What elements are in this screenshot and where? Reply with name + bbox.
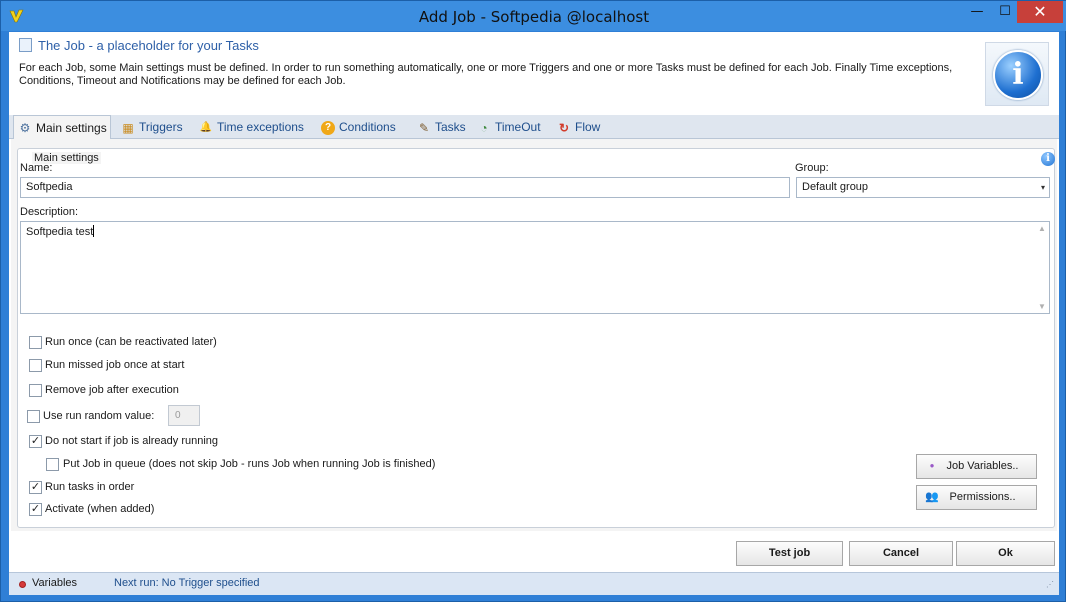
description-text: Softpedia test — [26, 226, 94, 238]
resize-grip-icon[interactable]: ⋰ — [1046, 581, 1056, 592]
question-icon: ? — [321, 121, 335, 135]
tab-label: Time exceptions — [217, 120, 304, 134]
name-input[interactable]: Softpedia — [20, 177, 790, 198]
scroll-up-icon[interactable]: ▲ — [1035, 224, 1049, 233]
flow-icon: ↻ — [558, 121, 570, 135]
users-icon: 👥 — [925, 491, 939, 503]
ok-label: Ok — [998, 547, 1013, 559]
main-settings-panel: Main settings i Name: Softpedia Group: D… — [11, 139, 1057, 531]
cancel-button[interactable]: Cancel — [849, 541, 953, 566]
next-run-status: Next run: No Trigger specified — [114, 577, 260, 589]
group-select[interactable]: Default group ▾ — [796, 177, 1050, 198]
title-bar[interactable]: Add Job - Softpedia @localhost — ☐ ✕ — [1, 1, 1066, 31]
help-info-icon[interactable]: i — [1041, 152, 1055, 166]
name-label: Name: — [20, 162, 53, 174]
tab-flow[interactable]: ↻ Flow — [553, 118, 605, 139]
info-badge: i — [985, 42, 1049, 106]
test-job-button[interactable]: Test job — [736, 541, 843, 566]
do-not-start-label: Do not start if job is already running — [45, 435, 219, 447]
group-select-value: Default group — [802, 181, 869, 193]
tab-label: Tasks — [435, 120, 466, 134]
tab-triggers[interactable]: ▦ Triggers — [117, 118, 193, 139]
tab-label: Triggers — [139, 120, 183, 134]
scroll-down-icon[interactable]: ▼ — [1035, 302, 1049, 311]
calendar-icon: ▦ — [122, 121, 134, 135]
do-not-start-checkbox[interactable]: ✓ — [29, 435, 42, 448]
group-label: Group: — [795, 162, 829, 174]
tab-timeout[interactable]: ◔ TimeOut — [473, 118, 549, 139]
status-bar: Variables Next run: No Trigger specified… — [9, 572, 1059, 595]
put-in-queue-label: Put Job in queue (does not skip Job - ru… — [63, 458, 436, 470]
remove-job-checkbox[interactable] — [29, 384, 42, 397]
job-icon — [19, 38, 32, 52]
run-once-label: Run once (can be reactivated later) — [45, 336, 217, 348]
tab-label: TimeOut — [495, 120, 541, 134]
gears-icon: ⚙ — [19, 121, 31, 135]
window-title: Add Job - Softpedia @localhost — [418, 8, 650, 26]
permissions-button[interactable]: 👥 Permissions.. — [916, 485, 1037, 510]
window-frame: Add Job - Softpedia @localhost — ☐ ✕ The… — [0, 0, 1066, 602]
tab-conditions[interactable]: ? Conditions — [317, 118, 405, 139]
use-random-label: Use run random value: — [43, 410, 155, 422]
ok-button[interactable]: Ok — [956, 541, 1055, 566]
header-title: The Job - a placeholder for your Tasks — [19, 38, 259, 53]
variable-dot-icon: ● — [929, 461, 935, 470]
run-missed-checkbox[interactable] — [29, 359, 42, 372]
run-once-checkbox[interactable] — [29, 336, 42, 349]
activate-label: Activate (when added) — [45, 503, 155, 515]
run-missed-label: Run missed job once at start — [45, 359, 185, 371]
use-random-checkbox[interactable] — [27, 410, 40, 423]
maximize-button[interactable]: ☐ — [991, 1, 1019, 23]
random-value-input[interactable]: 0 — [168, 405, 200, 426]
tab-label: Main settings — [36, 121, 107, 135]
cancel-label: Cancel — [882, 547, 920, 559]
job-variables-label: Job Variables.. — [946, 460, 1019, 472]
description-scrollbar[interactable]: ▲ ▼ — [1035, 222, 1049, 313]
activate-checkbox[interactable]: ✓ — [29, 503, 42, 516]
clock-icon: ◔ — [480, 121, 488, 135]
tab-label: Flow — [575, 120, 601, 134]
tab-label: Conditions — [339, 120, 396, 134]
close-button[interactable]: ✕ — [1017, 1, 1063, 23]
permissions-label: Permissions.. — [949, 491, 1016, 503]
tab-strip: ⚙ Main settings ▦ Triggers 🔔 Time except… — [9, 115, 1059, 140]
description-textarea[interactable]: Softpedia test ▲ ▼ — [20, 221, 1050, 314]
info-icon: i — [993, 50, 1043, 100]
tab-tasks[interactable]: ✎ Tasks — [413, 118, 471, 139]
dialog-body: The Job - a placeholder for your Tasks F… — [9, 32, 1059, 595]
run-tasks-in-order-checkbox[interactable]: ✓ — [29, 481, 42, 494]
main-settings-group: Main settings i Name: Softpedia Group: D… — [17, 148, 1055, 528]
tab-time-exceptions[interactable]: 🔔 Time exceptions — [195, 118, 313, 139]
test-job-label: Test job — [768, 547, 811, 559]
job-variables-button[interactable]: ● Job Variables.. — [916, 454, 1037, 479]
description-label: Description: — [20, 206, 79, 218]
tab-main-settings[interactable]: ⚙ Main settings — [13, 115, 111, 140]
header-description: For each Job, some Main settings must be… — [19, 62, 953, 87]
chevron-down-icon: ▾ — [1040, 183, 1045, 192]
checklist-icon: ✎ — [418, 121, 430, 135]
remove-job-label: Remove job after execution — [45, 384, 179, 396]
bell-icon: 🔔 — [199, 122, 213, 133]
status-indicator-icon — [19, 581, 26, 588]
header-title-text: The Job - a placeholder for your Tasks — [38, 38, 259, 53]
minimize-button[interactable]: — — [963, 1, 991, 23]
put-in-queue-checkbox[interactable] — [46, 458, 59, 471]
run-tasks-in-order-label: Run tasks in order — [45, 481, 135, 493]
variables-status[interactable]: Variables — [32, 577, 77, 589]
